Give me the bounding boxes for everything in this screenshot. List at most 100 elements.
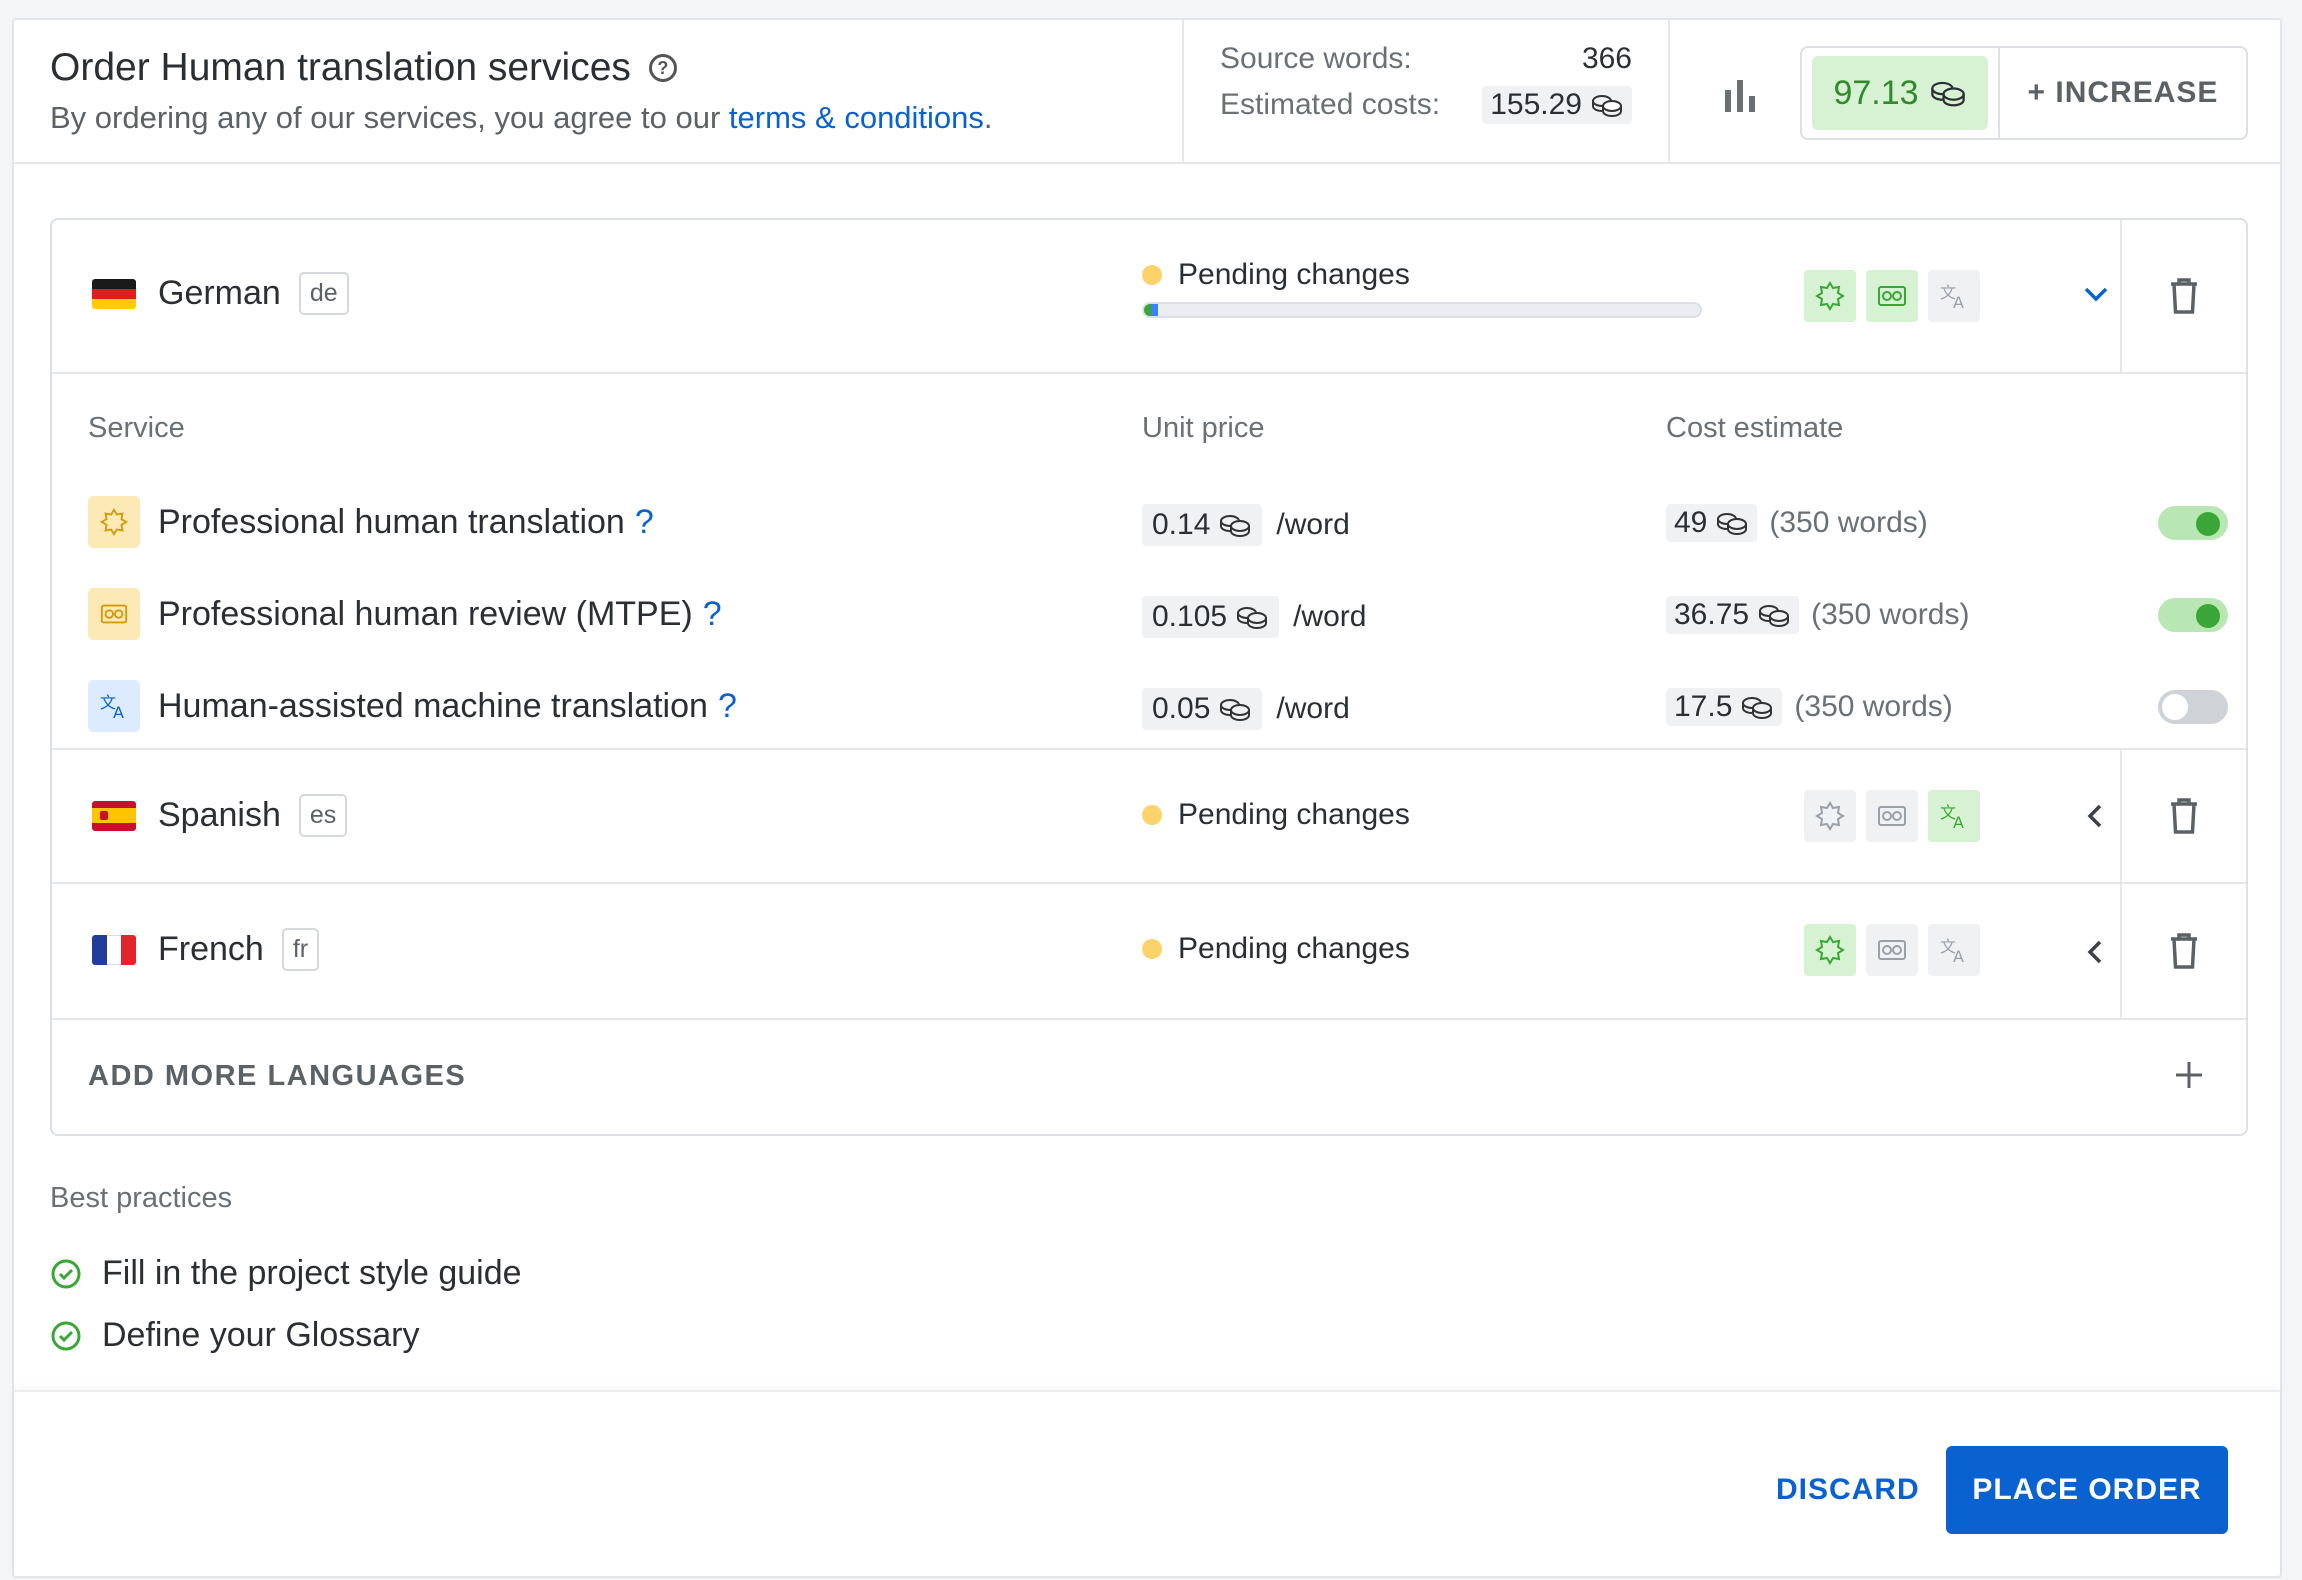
service-name: Human-assisted machine translation [158, 686, 708, 725]
bar-chart-icon[interactable] [1720, 76, 1760, 116]
cost-value: 17.5 [1674, 690, 1733, 723]
svg-text:A: A [1953, 947, 1964, 966]
price-chip: 0.14 [1142, 504, 1263, 546]
glasses-icon [1866, 790, 1918, 842]
language-name: Spanish [158, 796, 281, 834]
service-name: Professional human review (MTPE) [158, 594, 693, 633]
balance-box: 97.13 + INCREASE [1800, 46, 2248, 140]
dialog-header: Order Human translation services ? By or… [14, 20, 2280, 164]
service-toggle[interactable] [2158, 690, 2228, 724]
svg-text:A: A [113, 703, 124, 722]
pending-dot-icon [1142, 265, 1162, 285]
language-code: fr [281, 928, 320, 971]
language-row-german[interactable]: German de Pending changes 文A [52, 220, 2246, 374]
status-badge: Pending changes [1142, 932, 1410, 966]
increase-button[interactable]: + INCREASE [1998, 48, 2246, 138]
status-text: Pending changes [1178, 798, 1410, 831]
discard-button[interactable]: DISCARD [1754, 1446, 1942, 1534]
coins-icon [1930, 81, 1965, 107]
cost-value: 49 [1674, 506, 1708, 539]
trash-icon [2171, 278, 2197, 314]
coins-icon [1220, 515, 1251, 537]
expand-chevron-icon[interactable] [2074, 930, 2118, 974]
expand-chevron-icon[interactable] [2074, 794, 2118, 838]
service-toggle[interactable] [2158, 506, 2228, 540]
place-order-button[interactable]: PLACE ORDER [1946, 1446, 2228, 1534]
languages-panel: German de Pending changes 文A Service Uni… [50, 218, 2248, 1136]
delete-language-button[interactable] [2120, 884, 2246, 1018]
dialog-title: Order Human translation services ? [50, 46, 677, 90]
language-code: es [298, 794, 348, 837]
service-help-link[interactable]: ? [703, 595, 722, 634]
service-help-link[interactable]: ? [635, 503, 654, 542]
balance-badge: 97.13 [1812, 56, 1988, 130]
language-code: de [298, 272, 349, 315]
coins-icon [1717, 513, 1748, 535]
status-badge: Pending changes [1142, 798, 1410, 832]
translate-icon: 文A [1928, 790, 1980, 842]
best-practice-item[interactable]: Fill in the project style guide [50, 1254, 522, 1293]
coins-icon [1592, 95, 1622, 117]
cost-estimate: 36.75 (350 words) [1666, 596, 1969, 634]
language-row-spanish[interactable]: Spanish es Pending changes 文A [52, 750, 2246, 884]
flag-fr-icon [92, 934, 136, 965]
coins-icon [1742, 697, 1773, 719]
svg-text:A: A [1953, 293, 1964, 312]
price-value: 0.105 [1152, 600, 1228, 633]
unit-price: 0.05 /word [1142, 688, 1350, 730]
pending-dot-icon [1142, 805, 1162, 825]
language-name: German [158, 274, 281, 312]
source-words-value: 366 [1581, 42, 1632, 75]
services-table: Service Unit price Cost estimate Profess… [52, 374, 2246, 750]
flag-es-icon [92, 800, 136, 831]
translate-icon: 文A [88, 680, 140, 732]
sparkle-badge-icon [1804, 270, 1856, 322]
language-label: German de [92, 272, 349, 315]
balance-value: 97.13 [1833, 73, 1919, 112]
language-name: French [158, 930, 264, 968]
service-row: 文A Human-assisted machine translation ? … [52, 678, 2246, 734]
help-icon[interactable]: ? [648, 54, 677, 82]
cost-chip: 17.5 [1666, 688, 1783, 726]
sparkle-badge-icon [1804, 924, 1856, 976]
coins-icon [1220, 699, 1251, 721]
order-dialog: Order Human translation services ? By or… [12, 18, 2282, 1578]
best-practices-title: Best practices [50, 1182, 233, 1214]
service-help-link[interactable]: ? [718, 687, 737, 726]
terms-link[interactable]: terms & conditions [729, 100, 984, 135]
price-unit: /word [1293, 600, 1367, 633]
language-row-french[interactable]: French fr Pending changes 文A [52, 884, 2246, 1020]
service-label: Professional human review (MTPE) ? [88, 586, 722, 642]
collapse-chevron-icon[interactable] [2074, 272, 2118, 316]
dialog-title-text: Order Human translation services [50, 46, 631, 89]
service-toggle[interactable] [2158, 598, 2228, 632]
trash-icon [2171, 798, 2197, 834]
price-unit: /word [1276, 692, 1350, 725]
cost-chip: 36.75 [1666, 596, 1800, 634]
column-service: Service [88, 412, 185, 444]
cost-estimate: 49 (350 words) [1666, 504, 1928, 542]
word-count: (350 words) [1794, 690, 1953, 723]
trash-icon [2171, 933, 2197, 969]
service-label: Professional human translation ? [88, 494, 654, 550]
pending-dot-icon [1142, 939, 1162, 959]
service-indicators: 文A [1804, 924, 1980, 976]
add-more-languages-label: ADD MORE LANGUAGES [88, 1060, 467, 1092]
service-row: Professional human review (MTPE) ? 0.105… [52, 586, 2246, 642]
service-indicators: 文A [1804, 790, 1980, 842]
flag-de-icon [92, 278, 136, 309]
delete-language-button[interactable] [2120, 750, 2246, 882]
delete-language-button[interactable] [2120, 220, 2246, 372]
source-words-label: Source words: [1220, 42, 1412, 75]
dialog-footer: DISCARD PLACE ORDER [14, 1390, 2280, 1580]
best-practice-item[interactable]: Define your Glossary [50, 1316, 419, 1355]
cost-chip: 49 [1666, 504, 1758, 542]
subtitle-suffix: . [983, 100, 993, 135]
plus-icon [2176, 1062, 2202, 1088]
add-more-languages-button[interactable]: ADD MORE LANGUAGES [52, 1020, 2246, 1134]
service-name: Professional human translation [158, 502, 625, 541]
language-label: French fr [92, 928, 320, 971]
translate-icon: 文A [1928, 924, 1980, 976]
service-row: Professional human translation ? 0.14 /w… [52, 494, 2246, 550]
estimated-costs-row: Estimated costs: 155.29 [1220, 86, 1632, 124]
